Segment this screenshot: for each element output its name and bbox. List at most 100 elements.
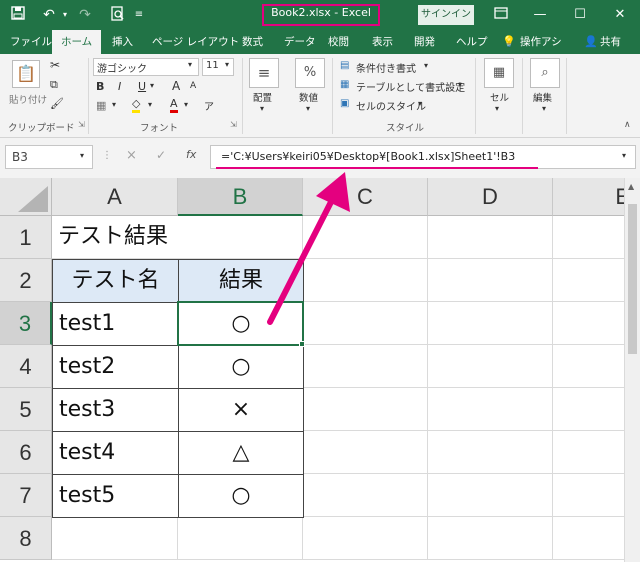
collapse-ribbon-icon[interactable]: ∧ bbox=[624, 120, 631, 130]
tell-me-box[interactable]: 操作アシ bbox=[520, 30, 562, 54]
format-painter-icon[interactable]: 🖌 bbox=[50, 97, 64, 110]
cut-icon[interactable]: ✂ bbox=[50, 58, 60, 72]
grow-font-button[interactable]: A bbox=[172, 79, 180, 93]
search-icon[interactable]: ⌕ bbox=[530, 58, 560, 88]
cell-e6[interactable] bbox=[553, 431, 633, 474]
save-icon[interactable] bbox=[8, 6, 28, 24]
close-icon[interactable]: ✕ bbox=[600, 0, 640, 30]
font-color-button[interactable]: A bbox=[170, 98, 178, 113]
cell-b5[interactable]: × bbox=[178, 388, 304, 432]
cell-c6[interactable] bbox=[303, 431, 428, 474]
tab-page-layout[interactable]: ページ レイアウト bbox=[152, 30, 239, 54]
phonetic-guide-button[interactable]: ア bbox=[204, 98, 214, 113]
cell-a2[interactable]: テスト名 bbox=[52, 259, 179, 303]
undo-dropdown-icon[interactable]: ▾ bbox=[60, 6, 70, 24]
column-header-b[interactable]: B bbox=[178, 178, 303, 216]
bold-button[interactable]: B bbox=[96, 80, 104, 93]
tab-review[interactable]: 校閲 bbox=[328, 30, 349, 54]
customize-quick-access-icon[interactable]: ≡ bbox=[132, 6, 146, 24]
select-all-button[interactable] bbox=[0, 178, 52, 216]
maximize-icon[interactable]: ☐ bbox=[560, 0, 600, 30]
alignment-icon[interactable]: ≡ bbox=[249, 58, 279, 88]
cell-c2[interactable] bbox=[303, 259, 428, 302]
row-header-5[interactable]: 5 bbox=[0, 388, 52, 431]
cell-d4[interactable] bbox=[428, 345, 553, 388]
share-button[interactable]: 共有 bbox=[600, 30, 621, 54]
scrollbar-thumb[interactable] bbox=[628, 204, 637, 354]
font-launcher-icon[interactable]: ⇲ bbox=[230, 120, 237, 129]
row-header-1[interactable]: 1 bbox=[0, 216, 52, 259]
chevron-down-icon[interactable]: ▾ bbox=[80, 151, 84, 160]
cell-c8[interactable] bbox=[303, 517, 428, 560]
chevron-down-icon[interactable]: ▾ bbox=[184, 100, 188, 109]
redo-icon[interactable]: ↷ bbox=[74, 6, 96, 24]
column-header-a[interactable]: A bbox=[52, 178, 178, 216]
cell-d7[interactable] bbox=[428, 474, 553, 517]
chevron-down-icon[interactable]: ▾ bbox=[418, 99, 422, 108]
number-button[interactable]: 数値 bbox=[299, 90, 318, 104]
cell-e2[interactable] bbox=[553, 259, 633, 302]
fill-color-icon[interactable]: ◇ bbox=[132, 98, 141, 113]
cancel-button[interactable]: × bbox=[126, 148, 137, 163]
cell-a3[interactable]: test1 bbox=[52, 302, 179, 346]
clipboard-launcher-icon[interactable]: ⇲ bbox=[78, 120, 85, 129]
cell-c7[interactable] bbox=[303, 474, 428, 517]
row-header-8[interactable]: 8 bbox=[0, 517, 52, 560]
column-header-d[interactable]: D bbox=[428, 178, 553, 216]
tab-view[interactable]: 表示 bbox=[372, 30, 393, 54]
cell-a4[interactable]: test2 bbox=[52, 345, 179, 389]
cell-b1[interactable] bbox=[178, 216, 303, 259]
italic-button[interactable]: I bbox=[118, 80, 121, 93]
chevron-down-icon[interactable]: ▾ bbox=[424, 61, 428, 70]
cell-b6[interactable]: △ bbox=[178, 431, 304, 475]
cell-c3[interactable] bbox=[303, 302, 428, 345]
tab-formulas[interactable]: 数式 bbox=[242, 30, 263, 54]
formula-input[interactable]: ='C:¥Users¥keiri05¥Desktop¥[Book1.xlsx]S… bbox=[210, 145, 636, 169]
expand-formula-bar-icon[interactable]: ▾ bbox=[622, 151, 626, 160]
fill-handle[interactable] bbox=[299, 341, 305, 347]
cell-b4[interactable]: ○ bbox=[178, 345, 304, 389]
conditional-format-button[interactable]: 条件付き書式 bbox=[356, 60, 416, 75]
column-header-c[interactable]: C bbox=[303, 178, 428, 216]
tab-insert[interactable]: 挿入 bbox=[112, 30, 133, 54]
column-header-e[interactable]: E bbox=[553, 178, 633, 216]
cell-d8[interactable] bbox=[428, 517, 553, 560]
row-header-7[interactable]: 7 bbox=[0, 474, 52, 517]
cell-e5[interactable] bbox=[553, 388, 633, 431]
cell-a1[interactable]: テスト結果 bbox=[52, 216, 178, 259]
cell-b8[interactable] bbox=[178, 517, 303, 560]
cell-d1[interactable] bbox=[428, 216, 553, 259]
chevron-down-icon[interactable]: ▾ bbox=[150, 81, 154, 90]
tab-help[interactable]: ヘルプ bbox=[456, 30, 488, 54]
insert-function-button[interactable]: fx bbox=[186, 148, 196, 161]
cells-button[interactable]: セル bbox=[490, 90, 509, 104]
tab-file[interactable]: ファイル bbox=[10, 30, 52, 54]
font-name-select[interactable]: 游ゴシック ▾ bbox=[93, 58, 199, 76]
worksheet-grid[interactable]: A B C D E 1 2 3 4 5 6 7 8 テスト結果 テスト名 結果 … bbox=[0, 178, 640, 562]
undo-icon[interactable]: ↶ bbox=[38, 6, 60, 24]
chevron-down-icon[interactable]: ▾ bbox=[148, 100, 152, 109]
cell-d6[interactable] bbox=[428, 431, 553, 474]
tab-data[interactable]: データ bbox=[284, 30, 316, 54]
cell-d3[interactable] bbox=[428, 302, 553, 345]
number-format-icon[interactable]: % bbox=[295, 58, 325, 88]
chevron-down-icon[interactable]: ▾ bbox=[458, 80, 462, 89]
cell-c1[interactable] bbox=[303, 216, 428, 259]
cell-d5[interactable] bbox=[428, 388, 553, 431]
cell-a6[interactable]: test4 bbox=[52, 431, 179, 475]
enter-button[interactable]: ✓ bbox=[156, 148, 166, 162]
cell-e3[interactable] bbox=[553, 302, 633, 345]
signin-button[interactable]: サインイン bbox=[418, 5, 474, 25]
tab-home[interactable]: ホーム bbox=[52, 30, 102, 54]
cell-c4[interactable] bbox=[303, 345, 428, 388]
alignment-button[interactable]: 配置 bbox=[253, 90, 272, 104]
cell-e1[interactable] bbox=[553, 216, 633, 259]
cell-b2[interactable]: 結果 bbox=[178, 259, 304, 303]
scroll-up-icon[interactable]: ▲ bbox=[628, 182, 634, 191]
cell-e4[interactable] bbox=[553, 345, 633, 388]
shrink-font-button[interactable]: A bbox=[190, 81, 196, 91]
cell-styles-button[interactable]: セルのスタイル bbox=[356, 98, 426, 113]
border-icon[interactable]: ▦ bbox=[96, 99, 106, 112]
paste-icon[interactable]: 📋 bbox=[12, 60, 40, 88]
cell-a5[interactable]: test3 bbox=[52, 388, 179, 432]
